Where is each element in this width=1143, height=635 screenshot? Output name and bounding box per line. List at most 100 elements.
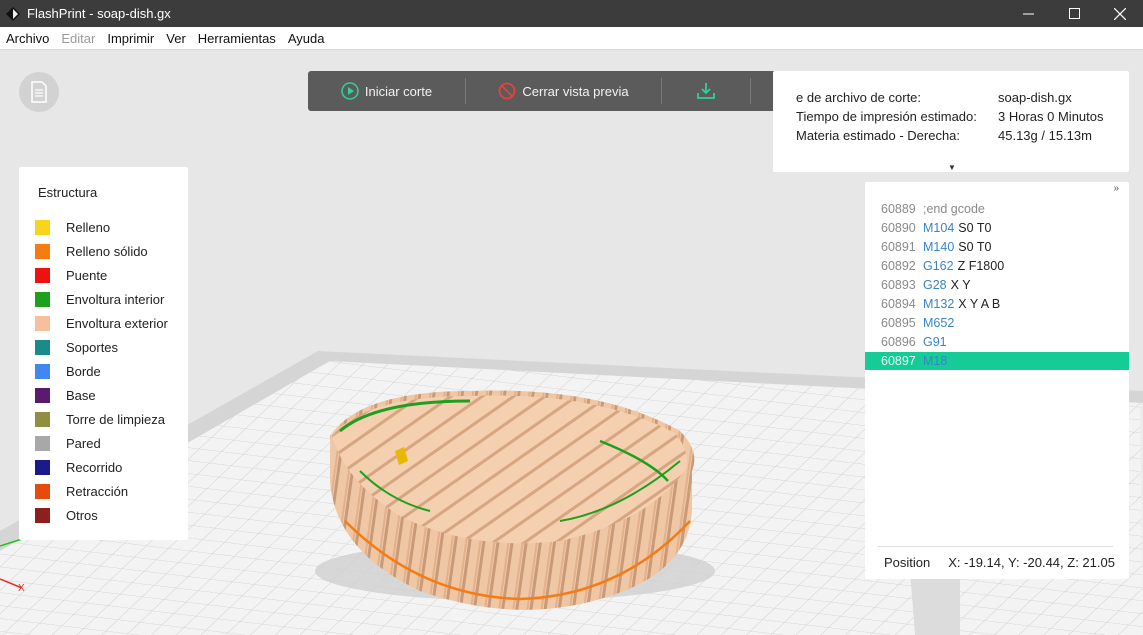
menu-archivo[interactable]: Archivo xyxy=(0,31,55,46)
axis-x-label: X xyxy=(18,583,25,594)
legend-label: Torre de limpieza xyxy=(66,412,165,427)
minimize-button[interactable] xyxy=(1005,0,1051,27)
gcode-line-number: 60891 xyxy=(881,240,916,254)
gcode-line[interactable]: 60896 G91 xyxy=(865,333,1129,351)
legend-label: Relleno xyxy=(66,220,111,235)
gcode-line[interactable]: 60893 G28 X Y xyxy=(865,276,1129,294)
gcode-line-number: 60892 xyxy=(881,259,916,273)
start-slice-label: Iniciar corte xyxy=(364,83,433,99)
gcode-line[interactable]: 60891 M140 S0 T0 xyxy=(865,238,1129,256)
legend-label: Pared xyxy=(66,436,101,451)
legend-item: Recorrido xyxy=(35,460,122,475)
file-name-label: e de archivo de corte: xyxy=(796,90,922,105)
maximize-icon xyxy=(1068,8,1080,19)
gcode-command: M652 xyxy=(923,316,955,330)
legend-item: Relleno xyxy=(35,220,110,235)
gcode-line[interactable]: 60895 M652 xyxy=(865,314,1129,332)
maximize-button[interactable] xyxy=(1051,0,1097,27)
legend-swatch xyxy=(35,388,50,403)
legend-label: Otros xyxy=(66,508,98,523)
gcode-arguments: S0 T0 xyxy=(958,240,992,254)
menu-bar: Archivo Editar Imprimir Ver Herramientas… xyxy=(0,27,1143,50)
document-icon xyxy=(31,81,47,103)
legend-swatch xyxy=(35,436,50,451)
print-time-value: 3 Horas 0 Minutos xyxy=(998,109,1104,124)
minimize-icon xyxy=(1022,13,1034,15)
legend-item: Envoltura exterior xyxy=(35,316,168,331)
legend-item: Retracción xyxy=(35,484,128,499)
legend-item: Soportes xyxy=(35,340,118,355)
position-label: Position xyxy=(884,555,931,570)
print-time-label: Tiempo de impresión estimado: xyxy=(796,109,977,124)
material-value: 45.13g / 15.13m xyxy=(998,128,1092,143)
menu-herramientas[interactable]: Herramientas xyxy=(192,31,282,46)
legend-label: Recorrido xyxy=(66,460,123,475)
legend-label: Envoltura exterior xyxy=(66,316,168,331)
gcode-command: M140 xyxy=(923,240,955,254)
close-icon xyxy=(1114,7,1126,20)
start-slice-button[interactable]: Iniciar corte xyxy=(308,71,465,111)
3d-viewport[interactable]: X Iniciar corte Cerrar vista previa e de… xyxy=(0,51,1143,635)
gcode-command: M18 xyxy=(923,354,948,368)
gcode-panel: » 60889 ;end gcode 60890 M104 S0 T0 60891 M140… xyxy=(865,182,1129,579)
gcode-comment: ;end gcode xyxy=(923,202,985,216)
gcode-arguments: S0 T0 xyxy=(958,221,992,235)
gcode-line[interactable]: 60889 ;end gcode xyxy=(865,200,1129,218)
expand-panel-icon[interactable]: » xyxy=(1113,183,1119,194)
legend-swatch xyxy=(35,220,50,235)
title-bar: FlashPrint - soap-dish.gx xyxy=(0,0,1143,27)
legend-item: Puente xyxy=(35,268,107,283)
gcode-line-number: 60897 xyxy=(881,354,916,368)
legend-item: Base xyxy=(35,388,96,403)
slice-info-panel: e de archivo de corte: soap-dish.gx Tiem… xyxy=(773,71,1129,172)
divider xyxy=(878,546,1113,547)
legend-item: Otros xyxy=(35,508,98,523)
legend-item: Envoltura interior xyxy=(35,292,164,307)
gcode-command: G28 xyxy=(923,278,947,292)
close-preview-button[interactable]: Cerrar vista previa xyxy=(466,71,661,111)
close-preview-label: Cerrar vista previa xyxy=(522,83,629,99)
download-icon xyxy=(697,83,715,99)
gcode-line[interactable]: 60897 M18 xyxy=(865,352,1129,370)
position-value: X: -19.14, Y: -20.44, Z: 21.05 xyxy=(948,555,1115,570)
collapse-info-icon[interactable]: ▼ xyxy=(948,163,956,172)
legend-label: Retracción xyxy=(66,484,129,499)
gcode-line-number: 60893 xyxy=(881,278,916,292)
menu-ayuda[interactable]: Ayuda xyxy=(282,31,331,46)
legend-item: Torre de limpieza xyxy=(35,412,165,427)
legend-label: Borde xyxy=(66,364,101,379)
gcode-line-number: 60894 xyxy=(881,297,916,311)
legend-item: Borde xyxy=(35,364,101,379)
prohibited-icon xyxy=(498,82,516,100)
export-button[interactable] xyxy=(662,71,750,111)
legend-label: Envoltura interior xyxy=(66,292,165,307)
legend-swatch xyxy=(35,460,50,475)
gcode-line-number: 60896 xyxy=(881,335,916,349)
legend-label: Soportes xyxy=(66,340,119,355)
file-name-value: soap-dish.gx xyxy=(998,90,1072,105)
structure-legend: Estructura Relleno Relleno sólido Puente En… xyxy=(19,167,188,540)
legend-swatch xyxy=(35,484,50,499)
material-label: Materia estimado - Derecha: xyxy=(796,128,961,143)
gcode-line[interactable]: 60892 G162 Z F1800 xyxy=(865,257,1129,275)
flashprint-logo-icon xyxy=(6,6,20,21)
legend-label: Relleno sólido xyxy=(66,244,148,259)
close-button[interactable] xyxy=(1097,0,1143,27)
gcode-line[interactable]: 60894 M132 X Y A B xyxy=(865,295,1129,313)
legend-label: Base xyxy=(66,388,96,403)
legend-item: Pared xyxy=(35,436,101,451)
menu-ver[interactable]: Ver xyxy=(160,31,192,46)
gcode-arguments: X Y xyxy=(950,278,971,292)
menu-editar[interactable]: Editar xyxy=(55,31,101,46)
menu-imprimir[interactable]: Imprimir xyxy=(101,31,160,46)
legend-title: Estructura xyxy=(38,185,98,200)
legend-item: Relleno sólido xyxy=(35,244,148,259)
legend-swatch xyxy=(35,412,50,427)
gcode-line[interactable]: 60890 M104 S0 T0 xyxy=(865,219,1129,237)
legend-swatch xyxy=(35,292,50,307)
window-title: FlashPrint - soap-dish.gx xyxy=(27,6,171,21)
legend-swatch xyxy=(35,340,50,355)
legend-swatch xyxy=(35,244,50,259)
legend-swatch xyxy=(35,508,50,523)
file-panel-button[interactable] xyxy=(19,72,59,112)
